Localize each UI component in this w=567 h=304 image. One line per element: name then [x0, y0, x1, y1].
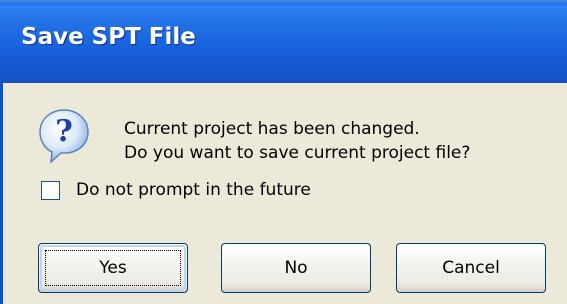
dialog-body: ? Current project has been changed. Do y… [0, 83, 567, 304]
cancel-button[interactable]: Cancel [396, 243, 546, 293]
svg-text:?: ? [55, 114, 73, 149]
do-not-prompt-checkbox[interactable] [41, 180, 60, 200]
dialog-message: Current project has been changed. Do you… [124, 117, 470, 165]
save-dialog: Save SPT File ? Current project has been… [0, 0, 567, 304]
yes-button[interactable]: Yes [38, 243, 188, 293]
no-button[interactable]: No [221, 243, 371, 293]
do-not-prompt-option[interactable]: Do not prompt in the future [41, 178, 311, 202]
cancel-button-label: Cancel [442, 258, 500, 278]
message-line-1: Current project has been changed. [124, 119, 420, 139]
yes-button-label: Yes [99, 258, 127, 278]
message-line-2: Do you want to save current project file… [124, 143, 471, 163]
do-not-prompt-label[interactable]: Do not prompt in the future [76, 180, 311, 200]
title-bar[interactable]: Save SPT File [0, 0, 567, 83]
no-button-label: No [284, 258, 308, 278]
dialog-title: Save SPT File [21, 24, 196, 50]
question-icon: ? [39, 109, 89, 164]
